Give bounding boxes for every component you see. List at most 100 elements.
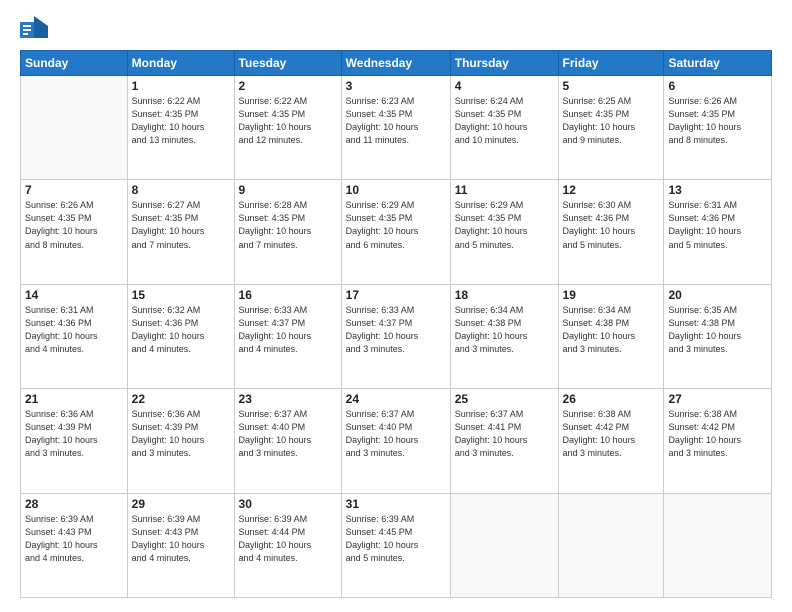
day-info: Sunrise: 6:29 AM Sunset: 4:35 PM Dayligh…: [455, 199, 554, 251]
day-info: Sunrise: 6:33 AM Sunset: 4:37 PM Dayligh…: [346, 304, 446, 356]
header: [20, 18, 772, 40]
day-info: Sunrise: 6:33 AM Sunset: 4:37 PM Dayligh…: [239, 304, 337, 356]
calendar-day-cell: 31 Sunrise: 6:39 AM Sunset: 4:45 PM Dayli…: [341, 493, 450, 597]
day-info: Sunrise: 6:26 AM Sunset: 4:35 PM Dayligh…: [25, 199, 123, 251]
calendar-day-cell: 17 Sunrise: 6:33 AM Sunset: 4:37 PM Dayli…: [341, 284, 450, 388]
calendar-day-cell: 6 Sunrise: 6:26 AM Sunset: 4:35 PM Daylig…: [664, 76, 772, 180]
day-info: Sunrise: 6:28 AM Sunset: 4:35 PM Dayligh…: [239, 199, 337, 251]
day-info: Sunrise: 6:29 AM Sunset: 4:35 PM Dayligh…: [346, 199, 446, 251]
day-info: Sunrise: 6:31 AM Sunset: 4:36 PM Dayligh…: [25, 304, 123, 356]
calendar-day-cell: 19 Sunrise: 6:34 AM Sunset: 4:38 PM Dayli…: [558, 284, 664, 388]
weekday-tuesday: Tuesday: [234, 51, 341, 76]
weekday-monday: Monday: [127, 51, 234, 76]
day-number: 1: [132, 79, 230, 93]
calendar-day-cell: 1 Sunrise: 6:22 AM Sunset: 4:35 PM Daylig…: [127, 76, 234, 180]
day-number: 27: [668, 392, 767, 406]
day-number: 4: [455, 79, 554, 93]
day-number: 22: [132, 392, 230, 406]
weekday-wednesday: Wednesday: [341, 51, 450, 76]
day-info: Sunrise: 6:39 AM Sunset: 4:44 PM Dayligh…: [239, 513, 337, 565]
day-number: 15: [132, 288, 230, 302]
day-info: Sunrise: 6:32 AM Sunset: 4:36 PM Dayligh…: [132, 304, 230, 356]
day-number: 2: [239, 79, 337, 93]
day-info: Sunrise: 6:38 AM Sunset: 4:42 PM Dayligh…: [563, 408, 660, 460]
day-info: Sunrise: 6:37 AM Sunset: 4:41 PM Dayligh…: [455, 408, 554, 460]
day-info: Sunrise: 6:38 AM Sunset: 4:42 PM Dayligh…: [668, 408, 767, 460]
calendar-day-cell: 3 Sunrise: 6:23 AM Sunset: 4:35 PM Daylig…: [341, 76, 450, 180]
calendar-day-cell: 13 Sunrise: 6:31 AM Sunset: 4:36 PM Dayli…: [664, 180, 772, 284]
calendar-day-cell: 20 Sunrise: 6:35 AM Sunset: 4:38 PM Dayli…: [664, 284, 772, 388]
weekday-thursday: Thursday: [450, 51, 558, 76]
day-info: Sunrise: 6:37 AM Sunset: 4:40 PM Dayligh…: [346, 408, 446, 460]
day-info: Sunrise: 6:25 AM Sunset: 4:35 PM Dayligh…: [563, 95, 660, 147]
calendar-day-cell: 8Sunrise: 6:27 AM Sunset: 4:35 PM Daylig…: [127, 180, 234, 284]
day-info: Sunrise: 6:34 AM Sunset: 4:38 PM Dayligh…: [563, 304, 660, 356]
day-number: 21: [25, 392, 123, 406]
calendar-day-cell: 18 Sunrise: 6:34 AM Sunset: 4:38 PM Dayli…: [450, 284, 558, 388]
day-number: 30: [239, 497, 337, 511]
calendar-day-cell: [21, 76, 128, 180]
calendar-day-cell: 24Sunrise: 6:37 AM Sunset: 4:40 PM Dayli…: [341, 389, 450, 493]
day-info: Sunrise: 6:24 AM Sunset: 4:35 PM Dayligh…: [455, 95, 554, 147]
logo-icon: [20, 16, 48, 38]
day-number: 8: [132, 183, 230, 197]
day-number: 18: [455, 288, 554, 302]
day-info: Sunrise: 6:39 AM Sunset: 4:43 PM Dayligh…: [25, 513, 123, 565]
day-number: 5: [563, 79, 660, 93]
calendar-day-cell: 22 Sunrise: 6:36 AM Sunset: 4:39 PM Dayli…: [127, 389, 234, 493]
day-number: 13: [668, 183, 767, 197]
day-info: Sunrise: 6:35 AM Sunset: 4:38 PM Dayligh…: [668, 304, 767, 356]
day-info: Sunrise: 6:36 AM Sunset: 4:39 PM Dayligh…: [132, 408, 230, 460]
day-number: 17: [346, 288, 446, 302]
day-number: 3: [346, 79, 446, 93]
day-number: 14: [25, 288, 123, 302]
calendar-day-cell: 2Sunrise: 6:22 AM Sunset: 4:35 PM Daylig…: [234, 76, 341, 180]
weekday-sunday: Sunday: [21, 51, 128, 76]
day-info: Sunrise: 6:39 AM Sunset: 4:45 PM Dayligh…: [346, 513, 446, 565]
day-info: Sunrise: 6:37 AM Sunset: 4:40 PM Dayligh…: [239, 408, 337, 460]
day-number: 26: [563, 392, 660, 406]
calendar-week-row: 21 Sunrise: 6:36 AM Sunset: 4:39 PM Dayli…: [21, 389, 772, 493]
calendar-day-cell: 29 Sunrise: 6:39 AM Sunset: 4:43 PM Dayli…: [127, 493, 234, 597]
day-number: 31: [346, 497, 446, 511]
calendar-day-cell: 7 Sunrise: 6:26 AM Sunset: 4:35 PM Daylig…: [21, 180, 128, 284]
day-number: 11: [455, 183, 554, 197]
day-info: Sunrise: 6:23 AM Sunset: 4:35 PM Dayligh…: [346, 95, 446, 147]
day-number: 19: [563, 288, 660, 302]
day-number: 20: [668, 288, 767, 302]
calendar-day-cell: 15 Sunrise: 6:32 AM Sunset: 4:36 PM Dayli…: [127, 284, 234, 388]
day-number: 28: [25, 497, 123, 511]
day-info: Sunrise: 6:30 AM Sunset: 4:36 PM Dayligh…: [563, 199, 660, 251]
calendar-day-cell: 16 Sunrise: 6:33 AM Sunset: 4:37 PM Dayli…: [234, 284, 341, 388]
calendar-day-cell: 5 Sunrise: 6:25 AM Sunset: 4:35 PM Daylig…: [558, 76, 664, 180]
day-number: 25: [455, 392, 554, 406]
calendar-day-cell: 9 Sunrise: 6:28 AM Sunset: 4:35 PM Daylig…: [234, 180, 341, 284]
calendar-day-cell: 11 Sunrise: 6:29 AM Sunset: 4:35 PM Dayli…: [450, 180, 558, 284]
calendar-table: SundayMondayTuesdayWednesdayThursdayFrid…: [20, 50, 772, 598]
day-number: 7: [25, 183, 123, 197]
day-number: 9: [239, 183, 337, 197]
calendar-day-cell: [450, 493, 558, 597]
day-number: 6: [668, 79, 767, 93]
calendar-day-cell: [558, 493, 664, 597]
day-number: 16: [239, 288, 337, 302]
day-info: Sunrise: 6:39 AM Sunset: 4:43 PM Dayligh…: [132, 513, 230, 565]
day-number: 12: [563, 183, 660, 197]
day-info: Sunrise: 6:22 AM Sunset: 4:35 PM Dayligh…: [132, 95, 230, 147]
calendar-week-row: 1 Sunrise: 6:22 AM Sunset: 4:35 PM Daylig…: [21, 76, 772, 180]
calendar-week-row: 7 Sunrise: 6:26 AM Sunset: 4:35 PM Daylig…: [21, 180, 772, 284]
page: SundayMondayTuesdayWednesdayThursdayFrid…: [0, 0, 792, 612]
day-info: Sunrise: 6:26 AM Sunset: 4:35 PM Dayligh…: [668, 95, 767, 147]
calendar-day-cell: 27 Sunrise: 6:38 AM Sunset: 4:42 PM Dayli…: [664, 389, 772, 493]
day-info: Sunrise: 6:34 AM Sunset: 4:38 PM Dayligh…: [455, 304, 554, 356]
calendar-day-cell: 4 Sunrise: 6:24 AM Sunset: 4:35 PM Daylig…: [450, 76, 558, 180]
calendar-day-cell: 23 Sunrise: 6:37 AM Sunset: 4:40 PM Dayli…: [234, 389, 341, 493]
calendar-day-cell: 14 Sunrise: 6:31 AM Sunset: 4:36 PM Dayli…: [21, 284, 128, 388]
calendar-day-cell: 21Sunrise: 6:36 AM Sunset: 4:39 PM Dayli…: [21, 389, 128, 493]
calendar-day-cell: 30 Sunrise: 6:39 AM Sunset: 4:44 PM Dayli…: [234, 493, 341, 597]
calendar-day-cell: [664, 493, 772, 597]
day-number: 23: [239, 392, 337, 406]
day-number: 10: [346, 183, 446, 197]
day-number: 29: [132, 497, 230, 511]
day-info: Sunrise: 6:31 AM Sunset: 4:36 PM Dayligh…: [668, 199, 767, 251]
